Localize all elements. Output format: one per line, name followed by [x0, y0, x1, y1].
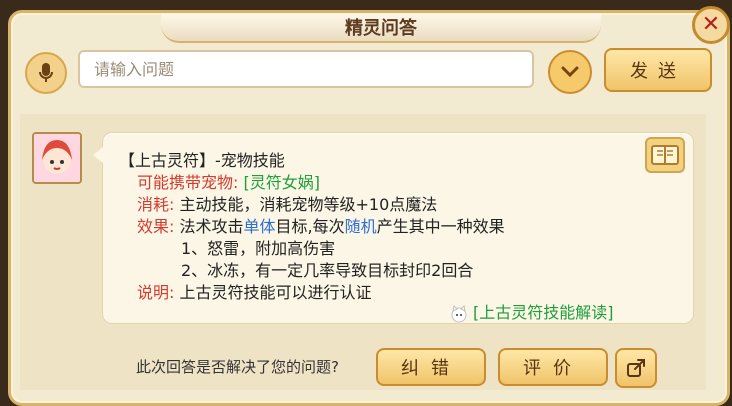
effect-suffix: 产生其中一种效果 [376, 217, 505, 236]
effect-label: 效果: [137, 217, 175, 236]
avatar [32, 132, 82, 184]
share-icon [627, 359, 645, 377]
cat-icon [451, 304, 467, 322]
voice-input-button[interactable] [25, 52, 67, 94]
question-input[interactable] [92, 58, 532, 80]
share-button[interactable] [615, 348, 657, 388]
effect-mid: 目标,每次 [275, 217, 345, 236]
cost-value: 主动技能，消耗宠物等级+10点魔法 [179, 195, 438, 214]
history-dropdown-button[interactable] [548, 50, 592, 94]
effect-item-2: 2、冰冻，有一定几率导致目标封印2回合 [181, 261, 474, 280]
feedback-question: 此次回答是否解决了您的问题? [136, 358, 339, 376]
effect-item-1: 1、怒雷，附加高伤害 [181, 239, 336, 258]
window-title: 精灵问答 [345, 18, 417, 39]
cost-label: 消耗: [137, 195, 175, 214]
correct-button[interactable]: 纠错 [376, 348, 486, 386]
effect-highlight-single: 单体 [243, 217, 276, 236]
pet-value: [灵符女娲] [243, 173, 321, 192]
chevron-down-icon [561, 66, 579, 78]
pet-label: 可能携带宠物: [137, 173, 239, 192]
title-bar: 精灵问答 [161, 13, 601, 43]
note-label: 说明: [137, 283, 175, 302]
effect-prefix: 法术攻击 [179, 217, 244, 236]
skill-guide-link[interactable]: [上古灵符技能解读] [473, 303, 614, 322]
rate-button[interactable]: 评价 [498, 348, 608, 386]
question-input-box[interactable] [78, 50, 534, 88]
close-icon: ✕ [701, 12, 721, 37]
skill-header: 【上古灵符】-宠物技能 [119, 151, 285, 170]
skill-book-button[interactable] [645, 137, 685, 173]
answer-bubble: 【上古灵符】-宠物技能 可能携带宠物: [灵符女娲] 消耗: 主动技能，消耗宠物… [93, 132, 694, 324]
microphone-icon [39, 63, 53, 82]
note-value: 上古灵符技能可以进行认证 [179, 283, 372, 302]
effect-highlight-random: 随机 [344, 217, 377, 236]
book-icon [651, 145, 679, 165]
send-button[interactable]: 发送 [604, 48, 712, 92]
close-button[interactable]: ✕ [692, 6, 730, 44]
